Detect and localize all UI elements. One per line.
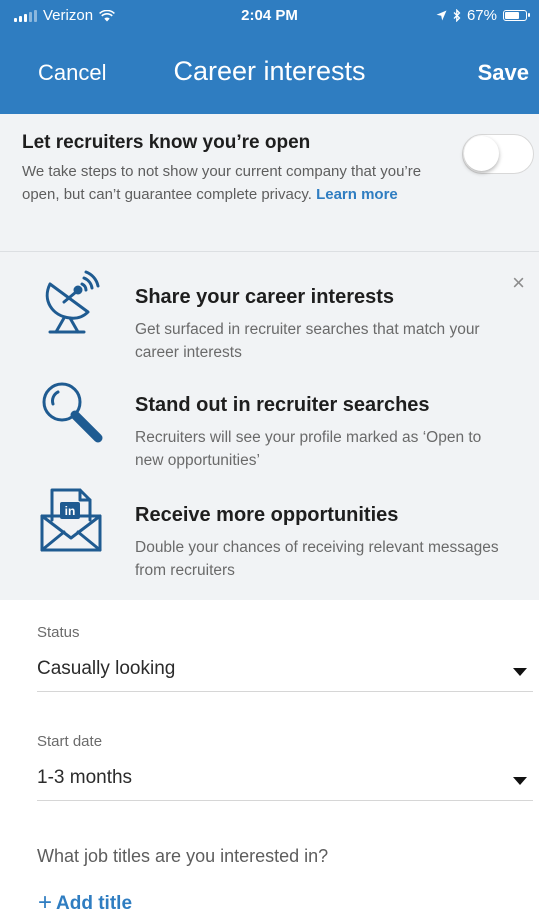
status-label: Status [37,624,80,641]
learn-more-link[interactable]: Learn more [316,186,398,203]
linkedin-envelope-icon: in [40,488,102,552]
start-date-value: 1-3 months [37,767,133,788]
feature-title: Share your career interests [135,286,395,308]
status-select[interactable]: Casually looking [37,652,533,692]
recruiter-toggle-title: Let recruiters know you’re open [22,132,311,153]
magnifier-icon [42,382,103,443]
job-titles-question: What job titles are you interested in? [37,846,329,866]
location-arrow-icon [436,10,447,21]
feature-item-opportunities: in Receive more opportunities Double you… [0,484,539,584]
toggle-knob [464,136,499,171]
start-date-label: Start date [37,733,103,750]
feature-item-standout: Stand out in recruiter searches Recruite… [0,374,539,474]
status-bar: Verizon 2:04 PM 67% [0,0,539,30]
feature-title: Stand out in recruiter searches [135,394,430,416]
feature-description: Get surfaced in recruiter searches that … [135,321,480,361]
recruiter-toggle-switch[interactable] [462,134,534,174]
start-date-field: Start date 1-3 months [37,733,533,801]
svg-text:in: in [65,504,76,518]
bluetooth-icon [453,9,461,22]
add-title-label: Add title [56,893,133,914]
feature-item-share: Share your career interests Get surfaced… [0,266,539,366]
battery-icon [503,10,530,21]
chevron-down-icon [513,668,527,676]
battery-percent: 67% [466,7,497,24]
navigation-bar: Cancel Career interests Save [0,30,539,114]
feature-description: Recruiters will see your profile marked … [135,429,482,469]
start-date-select[interactable]: 1-3 months [37,761,533,801]
status-field: Status Casually looking [37,624,533,692]
feature-title: Receive more opportunities [135,504,399,526]
save-button[interactable]: Save [478,60,529,86]
feature-description: Double your chances of receiving relevan… [135,539,499,579]
page-title: Career interests [173,56,366,86]
status-bar-right: 67% [436,7,530,24]
feature-highlights-panel: × Share your career interests Get surfac… [0,252,539,600]
recruiter-visibility-section: Let recruiters know you’re open We take … [0,114,539,252]
recruiter-toggle-description: We take steps to not show your current c… [22,160,442,206]
chevron-down-icon [513,777,527,785]
satellite-dish-icon [45,270,100,334]
status-value: Casually looking [37,658,176,679]
